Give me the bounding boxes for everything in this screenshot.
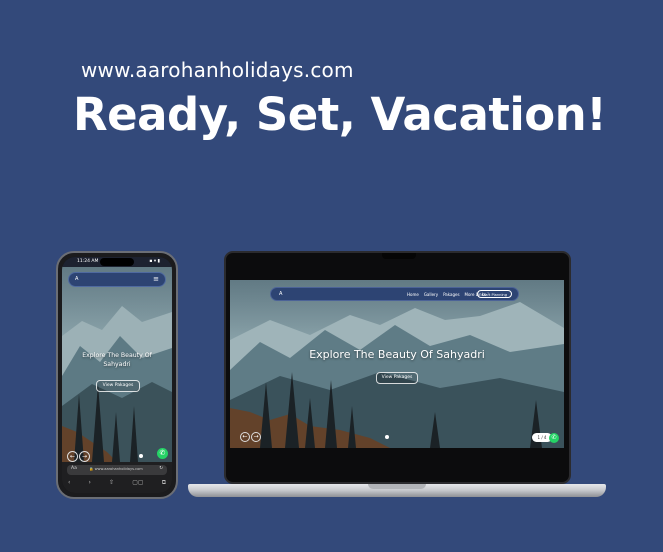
phone-view-packages-button[interactable]: View Pakages [96,380,140,392]
laptop-navbar: A Home Gallery Pakages More Links ˅ Star… [270,287,519,301]
whatsapp-icon[interactable]: ✆ [549,433,559,443]
next-arrow-icon[interactable]: → [251,432,261,442]
phone-next-arrow-icon[interactable]: → [79,451,90,462]
phone-prev-arrow-icon[interactable]: ← [67,451,78,462]
laptop-trackpad-groove [368,484,426,489]
site-logo[interactable]: A [279,290,293,299]
phone-screen: Explore The Beauty Of Sahyadri View Paka… [62,257,172,493]
reader-aa-button[interactable]: Aa [71,466,77,471]
reload-icon[interactable]: ↻ [159,466,163,471]
share-icon[interactable]: ⇧ [109,479,114,487]
start-planning-button[interactable]: Start Planning [476,290,512,298]
nav-link-home[interactable]: Home [407,291,419,298]
forward-icon[interactable]: › [89,479,91,487]
nav-link-gallery[interactable]: Gallery [424,291,438,298]
address-bar[interactable]: Aa 🔒 www.aarohanholidays.com ↻ [67,465,167,475]
status-time: 11:24 AM [77,259,99,264]
view-packages-button[interactable]: View Pakages [376,372,418,384]
phone-hero: Explore The Beauty Of Sahyadri View Paka… [62,266,172,462]
phone-whatsapp-icon[interactable]: ✆ [157,448,168,459]
phone-hero-title: Explore The Beauty Of Sahyadri [82,352,152,368]
phone-slider-dot[interactable] [139,454,143,458]
back-icon[interactable]: ‹ [68,479,70,487]
dynamic-island [100,258,134,266]
phone-status-bar: 11:24 AM ▪ ▾ ▮ [62,257,172,267]
laptop-screen-hero: A Home Gallery Pakages More Links ˅ Star… [230,280,564,448]
phone-navbar: A ≡ [68,272,166,287]
headline: Ready, Set, Vacation! [73,88,607,141]
bookmarks-icon[interactable]: ▢▢ [132,479,143,487]
slider-dot[interactable] [385,435,389,439]
phone-site-logo[interactable]: A [75,276,78,282]
prev-arrow-icon[interactable]: ← [240,432,250,442]
status-icons: ▪ ▾ ▮ [149,259,160,264]
tabs-icon[interactable]: ⧉ [162,479,166,487]
safari-toolbar: Aa 🔒 www.aarohanholidays.com ↻ ‹ › ⇧ ▢▢ … [62,462,172,493]
hero-title: Explore The Beauty Of Sahyadri [309,348,485,361]
mountain-scene-image [230,302,564,448]
laptop-camera-notch [382,253,416,259]
address-text[interactable]: 🔒 www.aarohanholidays.com [89,467,143,471]
nav-link-packages[interactable]: Pakages [443,291,459,298]
website-url: www.aarohanholidays.com [81,58,354,82]
hamburger-menu-icon[interactable]: ≡ [153,275,159,284]
